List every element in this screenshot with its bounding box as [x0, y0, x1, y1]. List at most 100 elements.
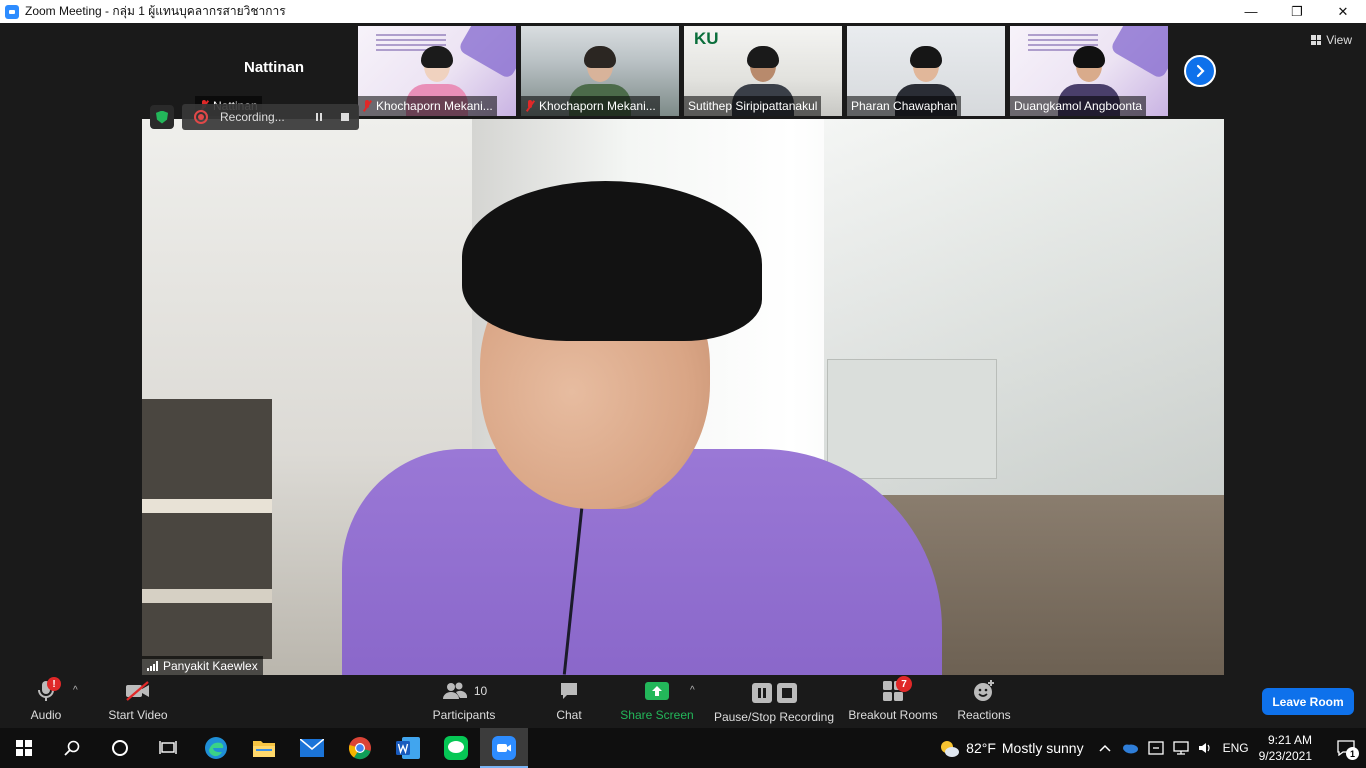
- chat-label: Chat: [556, 708, 582, 722]
- audio-alert-badge: !: [47, 677, 61, 691]
- participant-name: Khochaporn Mekani...: [539, 99, 656, 113]
- recording-label: Pause/Stop Recording: [713, 710, 835, 724]
- participant-name-label: Duangkamol Angboonta: [1010, 96, 1147, 116]
- chevron-right-icon: [1196, 64, 1205, 78]
- close-button[interactable]: ✕: [1320, 0, 1366, 23]
- recording-indicator: Recording...: [182, 104, 359, 130]
- stop-recording-icon[interactable]: [335, 107, 355, 127]
- participants-icon-wrap: 10: [441, 678, 487, 704]
- participant-tile[interactable]: Khochaporn Mekani...: [521, 26, 679, 116]
- next-page-button[interactable]: [1184, 55, 1216, 87]
- view-label: View: [1326, 33, 1352, 47]
- system-tray: 82°F Mostly sunny ENG 9:21 AM 9/23/2021 …: [938, 728, 1366, 768]
- zoom-app-icon: [5, 4, 19, 19]
- start-video-button[interactable]: Start Video: [104, 675, 172, 728]
- share-screen-button[interactable]: Share Screen: [620, 675, 694, 728]
- chat-icon-wrap: [558, 678, 580, 704]
- breakout-icon-wrap: 7: [882, 676, 912, 704]
- taskbar-edge[interactable]: [192, 728, 240, 768]
- signal-strength-icon: [147, 660, 158, 671]
- task-view-icon: [159, 741, 177, 754]
- clock-date: 9/23/2021: [1258, 749, 1312, 763]
- word-icon: [396, 737, 420, 759]
- gallery-strip: Nattinan Nattinan Khochaporn Mekani...: [195, 26, 1168, 116]
- start-button[interactable]: [0, 728, 48, 768]
- participant-name: Sutithep Siripipattanakul: [688, 99, 818, 113]
- encryption-shield-icon[interactable]: [150, 105, 174, 129]
- participant-tile[interactable]: Khochaporn Mekani...: [358, 26, 516, 116]
- taskbar-mail[interactable]: [288, 728, 336, 768]
- video-label: Start Video: [108, 708, 168, 722]
- participants-button[interactable]: 10 Participants: [430, 675, 498, 728]
- input-language[interactable]: ENG: [1223, 741, 1249, 755]
- clock-time: 9:21 AM: [1267, 733, 1312, 747]
- recording-status: Recording...: [220, 110, 285, 124]
- audio-options-caret[interactable]: ^: [73, 685, 78, 696]
- security-icon[interactable]: [1147, 741, 1164, 755]
- cortana-button[interactable]: [96, 728, 144, 768]
- participant-name-label: Khochaporn Mekani...: [358, 96, 497, 116]
- folder-icon: [253, 741, 275, 757]
- notification-count: 1: [1346, 747, 1359, 760]
- network-icon[interactable]: [1172, 741, 1189, 755]
- participants-label: Participants: [432, 708, 496, 722]
- onedrive-cloud-icon[interactable]: [1121, 742, 1139, 754]
- share-icon-wrap: [645, 678, 669, 704]
- video-icon-wrap: [124, 678, 152, 704]
- speaker-name: Panyakit Kaewlex: [163, 658, 258, 673]
- leave-room-button[interactable]: Leave Room: [1262, 688, 1354, 715]
- participant-name: Khochaporn Mekani...: [376, 99, 493, 113]
- search-icon: [64, 740, 80, 756]
- window-controls: — ❐ ✕: [1228, 0, 1366, 23]
- participant-tile[interactable]: KU Sutithep Siripipattanakul: [684, 26, 842, 116]
- share-options-caret[interactable]: ^: [690, 685, 695, 696]
- chrome-browser-icon: [348, 737, 371, 760]
- pause-stop-recording-button[interactable]: Pause/Stop Recording: [713, 675, 835, 728]
- restore-button[interactable]: ❐: [1274, 0, 1320, 23]
- breakout-rooms-badge: 7: [896, 676, 912, 692]
- chat-button[interactable]: Chat: [550, 675, 588, 728]
- pause-icon: [751, 683, 772, 703]
- taskbar-line[interactable]: [432, 728, 480, 768]
- taskbar-file-explorer[interactable]: [240, 728, 288, 768]
- reactions-button[interactable]: Reactions: [955, 675, 1013, 728]
- active-speaker-video[interactable]: [142, 119, 1224, 675]
- mail-icon: [300, 739, 324, 757]
- minimize-button[interactable]: —: [1228, 0, 1274, 23]
- share-screen-icon: [645, 682, 669, 700]
- reactions-icon-wrap: [972, 678, 996, 704]
- background-whiteboard: [827, 359, 997, 479]
- participant-tile[interactable]: Duangkamol Angboonta: [1010, 26, 1168, 116]
- window-title: Zoom Meeting - กลุ่ม 1 ผู้แทนบุคลากรสายว…: [25, 4, 286, 18]
- weather-widget[interactable]: 82°F Mostly sunny: [938, 738, 1084, 758]
- reactions-label: Reactions: [957, 708, 1011, 722]
- audio-button[interactable]: ! Audio: [24, 675, 68, 728]
- notification-center-button[interactable]: 1: [1326, 728, 1366, 768]
- view-button[interactable]: View: [1311, 33, 1352, 47]
- participant-tile[interactable]: Nattinan Nattinan: [195, 26, 353, 116]
- taskbar-search-button[interactable]: [48, 728, 96, 768]
- weather-temp: 82°F: [966, 740, 996, 756]
- participant-name-label: Khochaporn Mekani...: [521, 96, 660, 116]
- system-clock[interactable]: 9:21 AM 9/23/2021: [1259, 732, 1312, 764]
- reaction-smiley-icon: [974, 680, 994, 701]
- chevron-up-icon[interactable]: [1098, 743, 1112, 753]
- tray-icons: ENG: [1098, 741, 1249, 755]
- participant-display-name: Nattinan: [244, 58, 304, 76]
- pause-recording-icon[interactable]: [309, 107, 329, 127]
- windows-logo-icon: [16, 740, 32, 756]
- breakout-rooms-button[interactable]: 7 Breakout Rooms: [847, 675, 939, 728]
- task-view-button[interactable]: [144, 728, 192, 768]
- taskbar-zoom[interactable]: [480, 728, 528, 768]
- taskbar-chrome[interactable]: [336, 728, 384, 768]
- audio-label: Audio: [30, 708, 62, 722]
- recording-dot-icon: [194, 110, 208, 124]
- participant-name-label: Pharan Chawaphan: [847, 96, 962, 116]
- participant-tile[interactable]: Pharan Chawaphan: [847, 26, 1005, 116]
- edge-browser-icon: [205, 737, 227, 759]
- speaker-hair: [462, 181, 762, 341]
- participant-name-label: Sutithep Siripipattanakul: [684, 96, 822, 116]
- taskbar-word[interactable]: [384, 728, 432, 768]
- breakout-rooms-label: Breakout Rooms: [848, 708, 938, 722]
- volume-icon[interactable]: [1198, 741, 1214, 755]
